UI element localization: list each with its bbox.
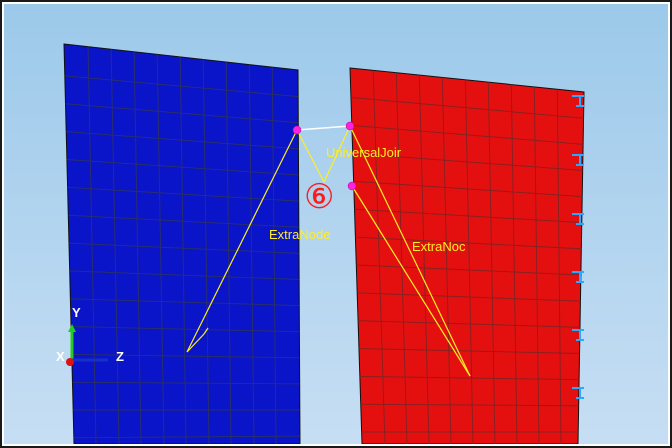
triad-x-label: X [56,349,65,364]
x-axis-marker [66,358,74,366]
joint-node[interactable] [292,125,302,135]
viewport-frame: UniversalJoir ExtraNode ExtraNoc ⑥ Y X Z [0,0,672,448]
3d-viewport[interactable]: UniversalJoir ExtraNode ExtraNoc ⑥ Y X Z [4,4,668,444]
right-red-panel[interactable] [334,64,604,444]
step-marker-six: ⑥ [304,177,335,217]
universal-joint-link[interactable] [296,125,351,131]
universal-joint-label[interactable]: UniversalJoir [326,146,401,159]
joint-node[interactable] [345,121,355,131]
left-blue-panel[interactable] [44,43,314,444]
joint-node[interactable] [347,181,357,191]
extra-node-right-label[interactable]: ExtraNoc [412,240,465,253]
triad-z-label: Z [116,349,124,364]
extra-node-left-label[interactable]: ExtraNode [269,228,330,241]
scene-graphics[interactable] [4,4,668,444]
triad-y-label: Y [72,305,81,320]
